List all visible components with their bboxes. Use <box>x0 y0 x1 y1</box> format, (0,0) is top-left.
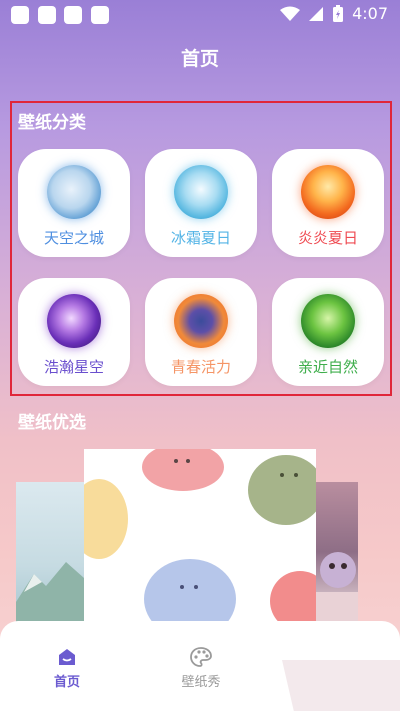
ice-summer-thumbnail <box>174 165 228 219</box>
category-label: 冰霜夏日 <box>170 229 231 247</box>
category-label: 青春活力 <box>170 358 231 376</box>
notification-icon <box>64 6 82 24</box>
notification-icon <box>38 6 56 24</box>
decorative-corner <box>282 660 400 711</box>
category-section-title: 壁纸分类 <box>18 113 86 133</box>
status-bar: 4:07 <box>0 0 400 30</box>
featured-section-title: 壁纸优选 <box>18 413 86 433</box>
home-icon <box>59 649 75 665</box>
hot-summer-thumbnail <box>301 165 355 219</box>
category-card-youth[interactable]: 青春活力 <box>145 278 257 386</box>
category-card-ice-summer[interactable]: 冰霜夏日 <box>145 149 257 257</box>
starry-sky-thumbnail <box>47 294 101 348</box>
nav-label-wallpaper-show: 壁纸秀 <box>181 675 221 690</box>
wifi-icon <box>280 6 301 21</box>
notification-icon <box>11 6 29 24</box>
bear-faces <box>174 459 298 589</box>
sky-castle-thumbnail <box>47 165 101 219</box>
category-label: 炎炎夏日 <box>297 229 358 247</box>
category-label: 浩瀚星空 <box>43 358 104 376</box>
mountain-art <box>16 562 84 622</box>
category-card-hot-summer[interactable]: 炎炎夏日 <box>272 149 384 257</box>
category-card-nature[interactable]: 亲近自然 <box>272 278 384 386</box>
battery-icon <box>333 4 344 22</box>
category-card-starry-sky[interactable]: 浩瀚星空 <box>18 278 130 386</box>
nav-item-home[interactable]: 首页 <box>2 647 132 690</box>
plush-art <box>316 552 358 622</box>
category-label: 天空之城 <box>43 229 104 247</box>
signal-icon <box>309 6 324 21</box>
category-card-sky-castle[interactable]: 天空之城 <box>18 149 130 257</box>
nature-thumbnail <box>301 294 355 348</box>
nav-item-wallpaper-show[interactable]: 壁纸秀 <box>136 647 266 690</box>
youth-thumbnail <box>174 294 228 348</box>
nav-label-home: 首页 <box>53 675 80 690</box>
wallpaper-thumbnail-mountain[interactable] <box>16 482 84 622</box>
notification-icon <box>91 6 109 24</box>
category-label: 亲近自然 <box>297 358 358 376</box>
wallpaper-thumbnail-plush[interactable] <box>316 482 358 622</box>
wallpaper-thumbnail-bears[interactable] <box>84 449 316 624</box>
palette-icon <box>190 647 212 667</box>
status-time: 4:07 <box>352 4 388 23</box>
page-title: 首页 <box>180 48 219 70</box>
